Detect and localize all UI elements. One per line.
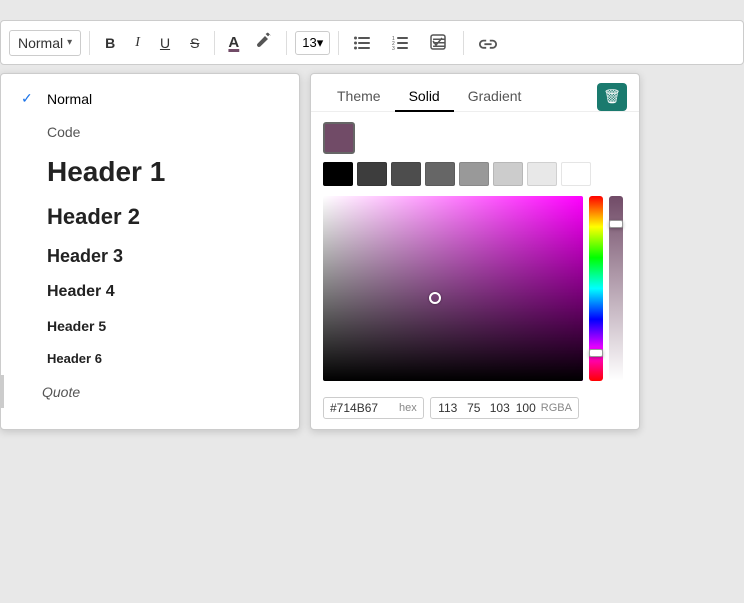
rgba-r-input[interactable] — [437, 401, 459, 415]
hue-slider[interactable] — [589, 196, 603, 381]
paragraph-item-quote[interactable]: ✓ Quote — [1, 375, 299, 408]
delete-color-button[interactable]: 🗑 — [597, 83, 627, 111]
tab-solid[interactable]: Solid — [395, 82, 454, 112]
font-size-selector[interactable]: 13 ▾ — [295, 31, 330, 55]
divider-4 — [338, 31, 339, 55]
preset-lighter-gray[interactable] — [527, 162, 557, 186]
paragraph-item-label: Header 1 — [47, 156, 165, 188]
opacity-slider-handle — [609, 220, 623, 228]
toolbar: Normal ▾ B I U S A 13 ▾ — [0, 20, 744, 65]
hex-input[interactable] — [330, 401, 395, 415]
font-size-chevron: ▾ — [317, 35, 324, 51]
preset-white[interactable] — [561, 162, 591, 186]
paragraph-dropdown: ✓ Normal ✓ Code ✓ Header 1 ✓ Header 2 ✓ … — [0, 73, 300, 430]
paragraph-item-label: Header 3 — [47, 246, 123, 267]
italic-button[interactable]: I — [128, 31, 147, 55]
strikethrough-button[interactable]: S — [183, 31, 206, 55]
main-container: Normal ▾ B I U S A 13 ▾ — [0, 20, 744, 430]
color-picker-tabs: Theme Solid Gradient 🗑 — [311, 74, 639, 112]
preset-gray[interactable] — [459, 162, 489, 186]
tab-gradient[interactable]: Gradient — [454, 82, 536, 112]
divider-3 — [286, 31, 287, 55]
paragraph-item-normal[interactable]: ✓ Normal — [1, 82, 299, 115]
font-size-value: 13 — [302, 35, 316, 50]
link-icon — [479, 37, 499, 49]
divider-5 — [463, 31, 464, 55]
divider-2 — [214, 31, 215, 55]
rgba-label: RGBA — [541, 402, 572, 414]
paragraph-style-dropdown[interactable]: Normal ▾ — [9, 30, 81, 56]
underline-button[interactable]: U — [153, 31, 177, 55]
preset-dark-gray[interactable] — [357, 162, 387, 186]
check-icon: ✓ — [21, 90, 37, 107]
numbered-list-icon: 1 2 3 — [392, 35, 410, 51]
hex-input-wrap: hex — [323, 397, 424, 419]
color-picker-body: hex RGBA — [311, 112, 639, 429]
tab-theme[interactable]: Theme — [323, 82, 395, 112]
preset-light-gray[interactable] — [493, 162, 523, 186]
font-color-letter: A — [228, 35, 239, 50]
opacity-slider[interactable] — [609, 196, 623, 381]
ordered-list-button[interactable]: 1 2 3 — [385, 31, 417, 55]
paragraph-item-code[interactable]: ✓ Code — [1, 115, 299, 148]
paragraph-style-label: Normal — [18, 35, 63, 51]
paragraph-item-label: Code — [47, 124, 80, 140]
paragraph-item-h6[interactable]: ✓ Header 6 — [1, 342, 299, 375]
paragraph-item-label: Normal — [47, 91, 92, 107]
checkbox-icon — [430, 34, 448, 52]
preset-darker-gray[interactable] — [391, 162, 421, 186]
panels-row: ✓ Normal ✓ Code ✓ Header 1 ✓ Header 2 ✓ … — [0, 73, 744, 430]
saturation-area[interactable] — [323, 196, 583, 381]
paragraph-item-label: Quote — [42, 384, 80, 400]
paragraph-item-label: Header 6 — [47, 351, 102, 366]
divider-1 — [89, 31, 90, 55]
selected-color-swatch[interactable] — [323, 122, 355, 154]
rgba-b-input[interactable] — [489, 401, 511, 415]
paragraph-item-h2[interactable]: ✓ Header 2 — [1, 196, 299, 238]
hue-slider-handle — [589, 349, 603, 357]
bold-button[interactable]: B — [98, 31, 122, 55]
paragraph-item-h1[interactable]: ✓ Header 1 — [1, 148, 299, 196]
paragraph-item-h3[interactable]: ✓ Header 3 — [1, 238, 299, 275]
rgba-inputs: RGBA — [430, 397, 579, 419]
color-inputs-row: hex RGBA — [323, 397, 627, 419]
color-picker-panel: Theme Solid Gradient 🗑 — [310, 73, 640, 430]
unordered-list-button[interactable] — [347, 31, 379, 55]
hue-opacity-sliders — [589, 196, 603, 381]
paintbrush-icon — [255, 31, 273, 49]
paragraph-item-label: Header 5 — [47, 318, 106, 334]
rgba-g-input[interactable] — [463, 401, 485, 415]
checkbox-button[interactable] — [423, 30, 455, 56]
paintbrush-button[interactable] — [250, 27, 278, 58]
link-button[interactable] — [472, 33, 506, 53]
list-icon — [354, 35, 372, 51]
font-color-button[interactable]: A — [223, 31, 244, 54]
rgba-a-input[interactable] — [515, 401, 537, 415]
paragraph-item-label: Header 2 — [47, 204, 140, 230]
trash-icon: 🗑 — [603, 88, 621, 105]
preset-colors — [323, 162, 627, 186]
paragraph-item-h4[interactable]: ✓ Header 4 — [1, 275, 299, 309]
preset-mid-gray[interactable] — [425, 162, 455, 186]
saturation-dark — [323, 196, 583, 381]
pickers-row — [323, 196, 627, 389]
hex-label: hex — [399, 402, 417, 414]
paragraph-item-label: Header 4 — [47, 283, 115, 301]
chevron-down-icon: ▾ — [67, 37, 72, 48]
paragraph-item-h5[interactable]: ✓ Header 5 — [1, 309, 299, 342]
svg-text:3: 3 — [392, 46, 395, 51]
preset-black[interactable] — [323, 162, 353, 186]
